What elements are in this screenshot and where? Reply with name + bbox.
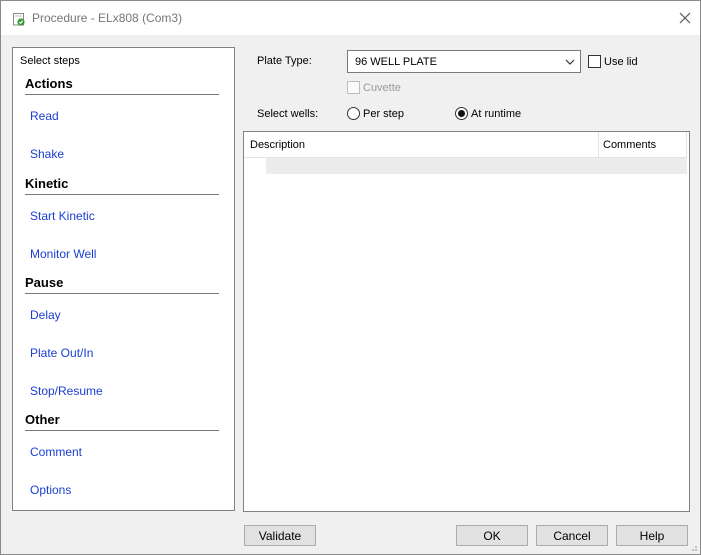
- select-steps-caption: Select steps: [20, 55, 80, 67]
- chevron-down-icon: [565, 59, 575, 65]
- close-icon: [679, 12, 691, 24]
- validate-button[interactable]: Validate: [244, 525, 316, 546]
- plate-type-label: Plate Type:: [257, 55, 312, 67]
- step-stop-resume[interactable]: Stop/Resume: [30, 384, 103, 398]
- help-button[interactable]: Help: [616, 525, 688, 546]
- title-bar: Procedure - ELx808 (Com3): [1, 1, 700, 35]
- select-wells-label: Select wells:: [257, 108, 319, 120]
- cuvette-label: Cuvette: [363, 82, 401, 94]
- use-lid-label: Use lid: [604, 56, 638, 68]
- step-read[interactable]: Read: [30, 109, 59, 123]
- cuvette-checkbox[interactable]: [347, 81, 360, 94]
- radio-per-step[interactable]: [347, 107, 360, 120]
- radio-at-runtime[interactable]: [455, 107, 468, 120]
- plate-type-value: 96 WELL PLATE: [355, 56, 437, 68]
- column-divider[interactable]: [598, 132, 599, 158]
- close-button[interactable]: [670, 1, 700, 35]
- procedure-app-icon: [13, 13, 25, 26]
- procedure-steps-grid[interactable]: Description Comments: [243, 131, 690, 512]
- group-header-pause: Pause: [25, 275, 219, 294]
- use-lid-checkbox[interactable]: [588, 55, 601, 68]
- group-header-actions: Actions: [25, 76, 219, 95]
- step-options[interactable]: Options: [30, 483, 71, 497]
- window-title: Procedure - ELx808 (Com3): [32, 11, 183, 25]
- group-header-other: Other: [25, 412, 219, 431]
- step-delay[interactable]: Delay: [30, 308, 61, 322]
- column-divider-end: [686, 132, 687, 158]
- plate-type-select[interactable]: 96 WELL PLATE: [347, 50, 581, 73]
- radio-at-runtime-label: At runtime: [471, 108, 522, 120]
- step-comment[interactable]: Comment: [30, 445, 82, 459]
- resize-grip-icon[interactable]: [688, 542, 698, 552]
- cancel-button[interactable]: Cancel: [536, 525, 608, 546]
- procedure-dialog: Procedure - ELx808 (Com3) Select steps A…: [0, 0, 701, 555]
- column-header-comments[interactable]: Comments: [603, 139, 656, 151]
- radio-selected-dot: [458, 110, 465, 117]
- select-steps-panel: Select steps Actions Read Shake Kinetic …: [12, 47, 235, 511]
- step-monitor-well[interactable]: Monitor Well: [30, 247, 96, 261]
- group-header-kinetic: Kinetic: [25, 176, 219, 195]
- column-header-description[interactable]: Description: [250, 139, 305, 151]
- step-start-kinetic[interactable]: Start Kinetic: [30, 209, 95, 223]
- radio-per-step-label: Per step: [363, 108, 404, 120]
- grid-empty-row[interactable]: [266, 158, 687, 174]
- grid-header: Description Comments: [244, 132, 687, 158]
- ok-button[interactable]: OK: [456, 525, 528, 546]
- step-shake[interactable]: Shake: [30, 147, 64, 161]
- step-plate-out-in[interactable]: Plate Out/In: [30, 346, 93, 360]
